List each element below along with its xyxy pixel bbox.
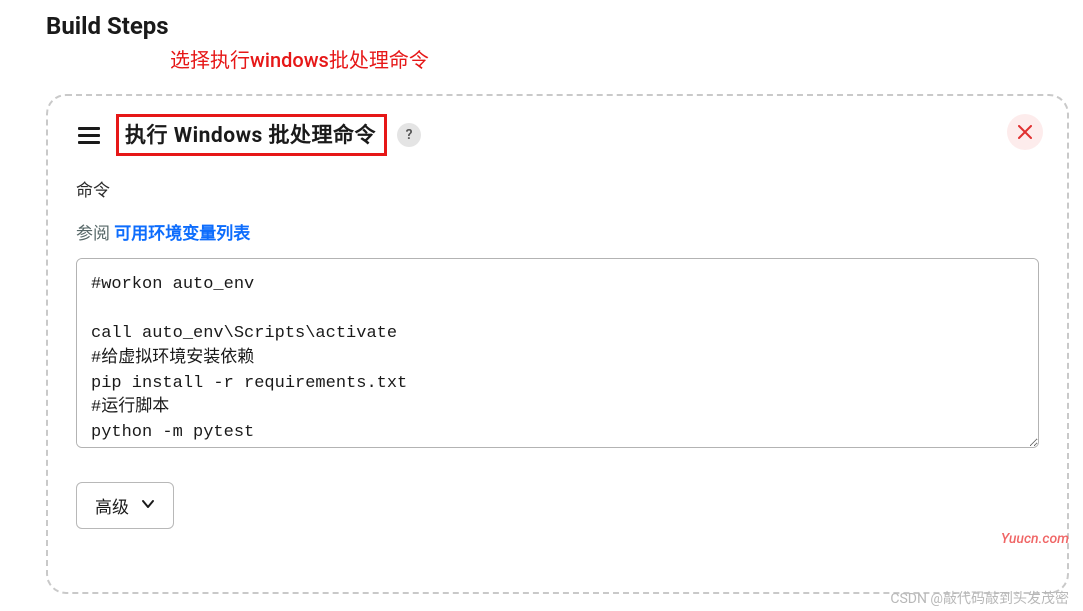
env-vars-link[interactable]: 可用环境变量列表 <box>114 224 250 244</box>
panel-header: 执行 Windows 批处理命令 ? <box>76 114 1039 156</box>
step-title: 执行 Windows 批处理命令 <box>125 119 376 149</box>
close-icon <box>1018 125 1032 139</box>
command-textarea[interactable] <box>76 258 1039 448</box>
step-title-highlight: 执行 Windows 批处理命令 <box>116 114 387 156</box>
help-button[interactable]: ? <box>397 123 421 147</box>
hint-row: 参阅 可用环境变量列表 <box>76 219 1039 244</box>
watermark-credit: CSDN @敲代码敲到头发茂密 <box>890 588 1069 608</box>
command-label: 命令 <box>76 176 1039 201</box>
drag-handle-icon[interactable] <box>76 121 102 150</box>
advanced-button[interactable]: 高级 <box>76 482 174 529</box>
page-title: Build Steps <box>0 0 1083 48</box>
annotation-text: 选择执行windows批处理命令 <box>170 44 429 73</box>
close-button[interactable] <box>1007 114 1043 150</box>
hint-prefix: 参阅 <box>76 224 114 244</box>
watermark-site: Yuucn.com <box>1001 531 1069 547</box>
advanced-label: 高级 <box>95 493 129 518</box>
chevron-down-icon <box>141 496 155 516</box>
build-step-panel: 执行 Windows 批处理命令 ? 命令 参阅 可用环境变量列表 高级 <box>46 94 1069 594</box>
